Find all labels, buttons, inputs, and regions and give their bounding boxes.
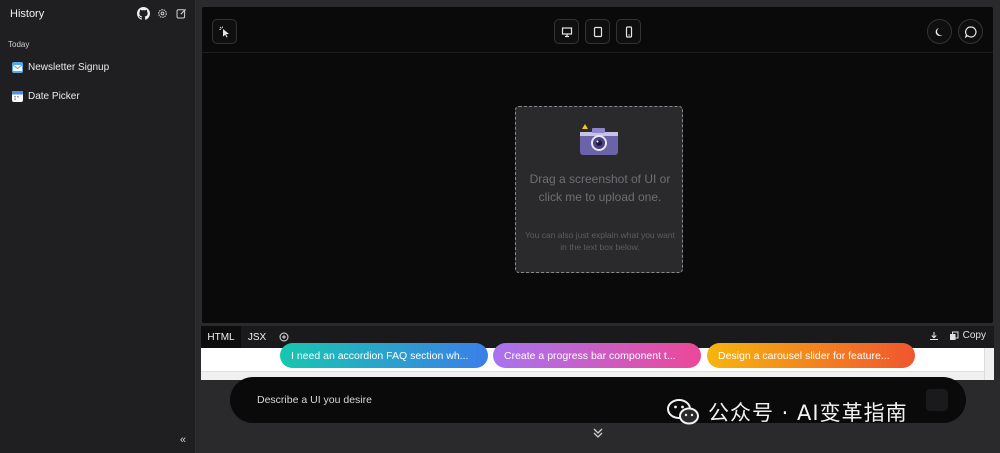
new-chat-icon[interactable] (174, 6, 188, 20)
download-icon (929, 331, 938, 340)
app-window: History Today Newsletter Signup Date Pic… (0, 0, 1000, 453)
screenshot-upload-dropzone[interactable]: Drag a screenshot of UI or click me to u… (515, 106, 683, 273)
dropzone-sub-text: You can also just explain what you want … (525, 230, 675, 252)
history-item-date-picker[interactable]: Date Picker (12, 86, 80, 106)
sidebar-header-actions (136, 6, 188, 20)
preview-panel: Drag a screenshot of UI or click me to u… (201, 6, 994, 324)
history-item-label: Date Picker (28, 90, 80, 102)
watermark: 公众号 · AI变革指南 (666, 395, 908, 429)
mobile-view-button[interactable] (616, 19, 641, 44)
chat-button[interactable] (958, 19, 983, 44)
sidebar-title: History (10, 8, 45, 20)
copy-label: Copy (962, 330, 986, 341)
download-button[interactable] (929, 331, 939, 341)
gear-icon[interactable] (155, 6, 169, 20)
camera-icon (580, 124, 618, 155)
dropzone-main-text: Drag a screenshot of UI or click me to u… (529, 172, 671, 204)
preview-toolbar (202, 7, 993, 53)
history-item-label: Newsletter Signup (28, 61, 110, 73)
sidebar-header: History (0, 0, 196, 28)
moon-icon (935, 27, 942, 36)
suggestion-pill-carousel[interactable]: Design a carousel slider for feature... (707, 343, 915, 368)
tab-html[interactable]: HTML (201, 326, 241, 348)
collapse-sidebar-button[interactable]: « (180, 434, 186, 446)
suggestion-pill-progress-bar[interactable]: Create a progress bar component t... (493, 343, 701, 368)
dark-mode-toggle[interactable] (927, 19, 952, 44)
history-section-label: Today (8, 40, 30, 49)
suggestion-pill-accordion[interactable]: I need an accordion FAQ section wh... (280, 343, 488, 368)
plus-circle-icon (279, 332, 289, 342)
send-button[interactable] (926, 389, 948, 411)
newsletter-icon (12, 61, 23, 73)
vertical-scrollbar[interactable] (984, 348, 994, 380)
github-icon[interactable] (136, 6, 150, 20)
chat-icon (964, 25, 977, 38)
desktop-view-button[interactable] (554, 19, 579, 44)
copy-icon (949, 331, 959, 340)
tab-jsx[interactable]: JSX (243, 326, 271, 348)
select-element-icon (219, 26, 229, 37)
tablet-view-button[interactable] (585, 19, 610, 44)
calendar-icon (12, 90, 23, 102)
desktop-icon (561, 26, 572, 37)
watermark-text: 公众号 · AI变革指南 (708, 401, 908, 425)
select-element-button[interactable] (212, 19, 237, 44)
code-actions: Copy (929, 330, 986, 341)
history-sidebar: History Today Newsletter Signup Date Pic… (0, 0, 196, 453)
copy-button[interactable]: Copy (949, 330, 986, 341)
mobile-icon (625, 25, 632, 38)
history-item-newsletter-signup[interactable]: Newsletter Signup (12, 57, 109, 77)
chevrons-down-icon[interactable] (591, 426, 605, 440)
wechat-logo-icon (667, 399, 699, 425)
tablet-icon (593, 26, 602, 37)
